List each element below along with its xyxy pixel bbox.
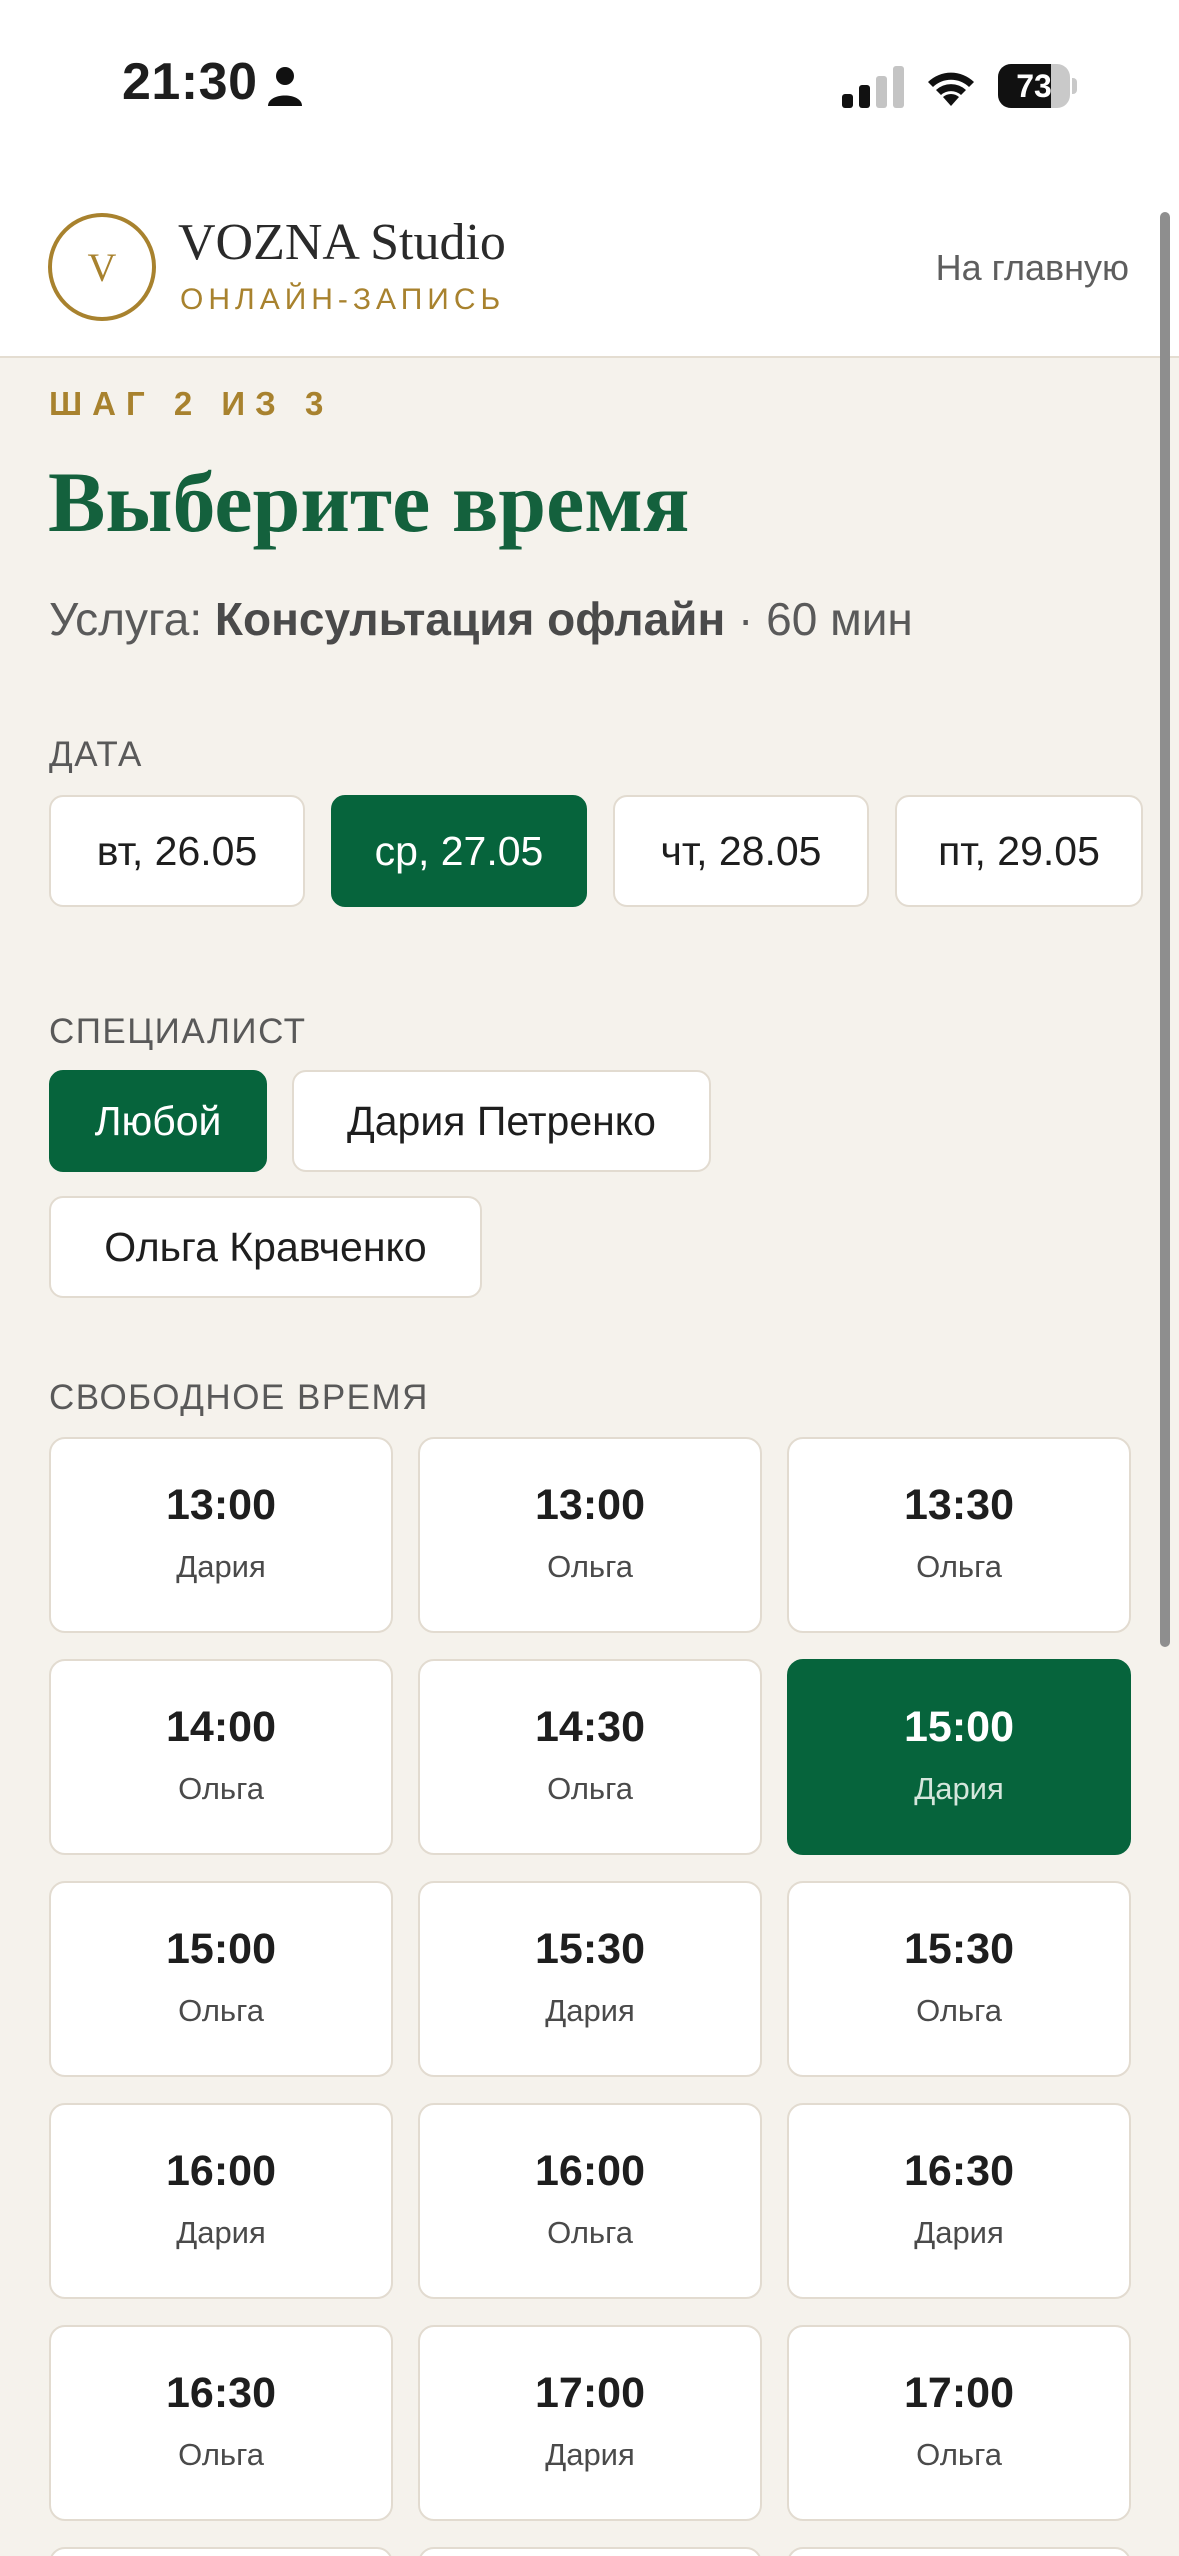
slot-specialist: Ольга [547, 1771, 633, 1806]
slot-time: 16:30 [166, 2369, 276, 2417]
slot-time: 16:30 [904, 2147, 1014, 2195]
time-slot[interactable]: 14:30 Ольга [418, 1659, 762, 1855]
time-slot[interactable]: 13:00 Ольга [418, 1437, 762, 1633]
wifi-icon [928, 72, 974, 106]
slot-specialist: Ольга [916, 1549, 1002, 1584]
service-summary: Услуга: Консультация офлайн · 60 мин [49, 592, 913, 646]
slot-specialist: Дария [914, 1771, 1004, 1806]
date-chip-selected[interactable]: ср, 27.05 [331, 795, 587, 907]
slot-time: 15:00 [904, 1703, 1014, 1751]
slot-specialist: Дария [545, 1993, 635, 2028]
service-prefix: Услуга: [49, 593, 203, 645]
time-slot[interactable]: 16:30 Ольга [49, 2325, 393, 2521]
slot-time: 17:00 [535, 2369, 645, 2417]
time-slot-partial[interactable] [418, 2547, 762, 2556]
slot-specialist: Ольга [178, 2437, 264, 2472]
time-slot[interactable]: 13:30 Ольга [787, 1437, 1131, 1633]
time-slot[interactable]: 14:00 Ольга [49, 1659, 393, 1855]
date-section-label: ДАТА [49, 735, 143, 774]
scrollbar[interactable] [1160, 212, 1170, 1647]
slot-time: 15:00 [166, 1925, 276, 1973]
brand-name: VOZNA Studio [178, 214, 506, 271]
time-slot[interactable]: 15:00 Ольга [49, 1881, 393, 2077]
slot-specialist: Ольга [916, 1993, 1002, 2028]
home-link[interactable]: На главную [936, 247, 1129, 289]
date-chip[interactable]: пт, 29.05 [895, 795, 1143, 907]
step-indicator: ШАГ 2 ИЗ 3 [49, 385, 334, 422]
slot-time: 16:00 [166, 2147, 276, 2195]
time-slot[interactable]: 13:00 Дария [49, 1437, 393, 1633]
slot-specialist: Ольга [547, 1549, 633, 1584]
person-icon [268, 67, 302, 106]
slot-time: 13:00 [535, 1481, 645, 1529]
service-name: Консультация офлайн [214, 593, 726, 645]
signal-icon [842, 66, 904, 108]
slot-specialist: Ольга [178, 1993, 264, 2028]
specialist-option-any[interactable]: Любой [49, 1070, 267, 1172]
time-slot[interactable]: 16:00 Дария [49, 2103, 393, 2299]
slots-section-label: СВОБОДНОЕ ВРЕМЯ [49, 1378, 429, 1417]
time-slot[interactable]: 16:00 Ольга [418, 2103, 762, 2299]
specialist-option-olga[interactable]: Ольга Кравченко [49, 1196, 482, 1298]
brand-subtitle: ОНЛАЙН-ЗАПИСЬ [180, 283, 506, 316]
slot-time: 17:00 [904, 2369, 1014, 2417]
logo[interactable]: V [48, 213, 156, 321]
slot-specialist: Дария [545, 2437, 635, 2472]
page-title: Выберите время [48, 454, 690, 550]
slot-time: 14:00 [166, 1703, 276, 1751]
slot-time: 13:30 [904, 1481, 1014, 1529]
logo-letter: V [87, 244, 117, 290]
slot-time: 15:30 [535, 1925, 645, 1973]
slot-specialist: Дария [914, 2215, 1004, 2250]
service-duration: · 60 мин [738, 593, 913, 645]
slot-time: 14:30 [535, 1703, 645, 1751]
slot-specialist: Ольга [547, 2215, 633, 2250]
time-slot[interactable]: 17:00 Дария [418, 2325, 762, 2521]
battery-icon: 73 [998, 64, 1077, 108]
slot-specialist: Ольга [916, 2437, 1002, 2472]
date-chip[interactable]: вт, 26.05 [49, 795, 305, 907]
specialist-option-dariya[interactable]: Дария Петренко [292, 1070, 711, 1172]
slot-specialist: Ольга [178, 1771, 264, 1806]
slot-specialist: Дария [176, 1549, 266, 1584]
slot-time: 16:00 [535, 2147, 645, 2195]
time-slot[interactable]: 17:00 Ольга [787, 2325, 1131, 2521]
time-slot[interactable]: 15:30 Ольга [787, 1881, 1131, 2077]
time-slot[interactable]: 16:30 Дария [787, 2103, 1131, 2299]
site-header: V VOZNA Studio ОНЛАЙН-ЗАПИСЬ На главную [0, 175, 1179, 358]
date-chip[interactable]: чт, 28.05 [613, 795, 869, 907]
time-slot-partial[interactable] [787, 2547, 1131, 2556]
slot-time: 13:00 [166, 1481, 276, 1529]
time-slot[interactable]: 15:30 Дария [418, 1881, 762, 2077]
slot-time: 15:30 [904, 1925, 1014, 1973]
specialist-section-label: СПЕЦИАЛИСТ [49, 1012, 307, 1051]
time-slot-selected[interactable]: 15:00 Дария [787, 1659, 1131, 1855]
battery-percent: 73 [1016, 68, 1052, 104]
time-slot-partial[interactable] [49, 2547, 393, 2556]
slot-specialist: Дария [176, 2215, 266, 2250]
status-time: 21:30 [122, 53, 258, 111]
status-bar: 21:30 73 [0, 0, 1179, 175]
